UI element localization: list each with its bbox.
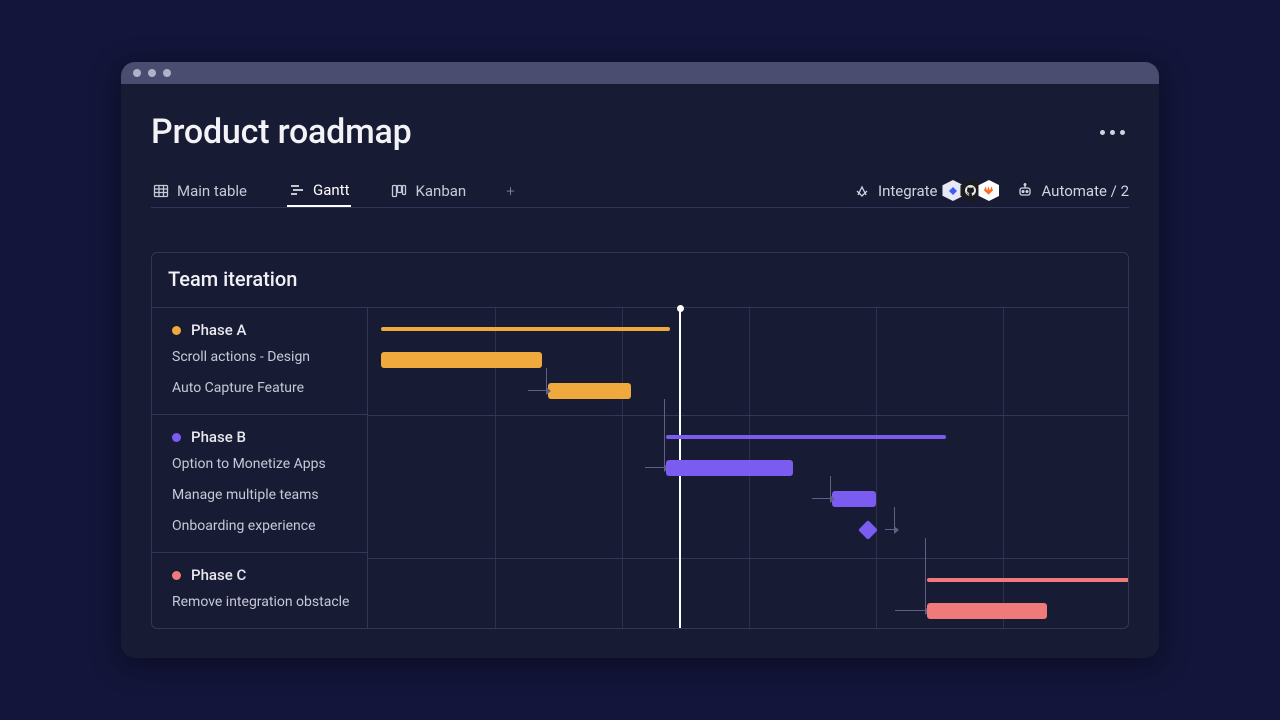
summary-bar-phase-a[interactable] [381, 327, 671, 331]
task-bar[interactable] [832, 491, 876, 507]
task-row[interactable]: Option to Monetize Apps [172, 449, 367, 480]
board-actions: Integrate [854, 180, 1129, 201]
group-color-dot [172, 326, 181, 335]
dependency-connector [528, 368, 547, 391]
task-row[interactable]: Onboarding experience [172, 511, 367, 542]
automate-button[interactable]: Automate / 2 [1017, 182, 1129, 200]
tab-label: Main table [177, 182, 247, 200]
task-bar[interactable] [666, 460, 793, 476]
gantt-panel: Team iteration Phase A Scroll actions - … [151, 252, 1129, 629]
add-view-button[interactable]: + [506, 182, 514, 200]
integrate-icon [854, 183, 870, 199]
group-label: Phase A [191, 321, 246, 339]
grid-line [876, 308, 877, 628]
group-header: Phase B [172, 425, 367, 449]
integration-gitlab-icon [978, 180, 999, 201]
group-phase-a[interactable]: Phase A Scroll actions - Design Auto Cap… [152, 308, 367, 415]
row-divider [368, 558, 1128, 559]
tab-gantt[interactable]: Gantt [287, 174, 351, 207]
dependency-connector [812, 476, 831, 499]
gantt-body: Phase A Scroll actions - Design Auto Cap… [152, 307, 1128, 628]
task-row[interactable]: Manage multiple teams [172, 480, 367, 511]
tab-label: Gantt [313, 181, 349, 199]
group-header: Phase C [172, 563, 367, 587]
dependency-connector [645, 399, 665, 468]
board-title: Team iteration [152, 253, 1128, 307]
task-bar[interactable] [548, 383, 631, 399]
integration-github-icon [960, 180, 981, 201]
task-row[interactable]: Remove integration obstacle [172, 587, 367, 618]
group-color-dot [172, 433, 181, 442]
tab-main-table[interactable]: Main table [151, 174, 249, 207]
page-title-row: Product roadmap [151, 112, 1129, 152]
view-tabs-row: Main table Gantt [151, 174, 1129, 208]
tab-kanban[interactable]: Kanban [389, 174, 468, 207]
gantt-task-list: Phase A Scroll actions - Design Auto Cap… [152, 307, 368, 628]
summary-bar-phase-c[interactable] [927, 578, 1129, 582]
window-zoom-dot[interactable] [163, 69, 171, 77]
summary-bar-phase-b[interactable] [666, 435, 945, 439]
gantt-icon [289, 182, 305, 198]
row-divider [368, 415, 1128, 416]
group-label: Phase B [191, 428, 246, 446]
integrate-label: Integrate [878, 182, 937, 200]
task-row[interactable]: Auto Capture Feature [172, 373, 367, 404]
window-close-dot[interactable] [133, 69, 141, 77]
kanban-icon [391, 183, 407, 199]
group-phase-c[interactable]: Phase C Remove integration obstacle [152, 553, 367, 628]
integration-avatars [945, 180, 999, 201]
dependency-arrow-icon [894, 526, 899, 534]
group-label: Phase C [191, 566, 246, 584]
integration-jira-icon [942, 180, 963, 201]
dependency-arrow-icon [546, 387, 551, 395]
task-bar[interactable] [381, 352, 542, 368]
group-phase-b[interactable]: Phase B Option to Monetize Apps Manage m… [152, 415, 367, 553]
more-menu-button[interactable] [1100, 130, 1129, 135]
tab-label: Kanban [415, 182, 466, 200]
task-bar[interactable] [927, 603, 1048, 619]
grid-line [622, 308, 623, 628]
table-icon [153, 183, 169, 199]
task-row[interactable]: Scroll actions - Design [172, 342, 367, 373]
window-minimize-dot[interactable] [148, 69, 156, 77]
app-window: Product roadmap [121, 62, 1159, 658]
page-title: Product roadmap [151, 112, 412, 152]
integrate-button[interactable]: Integrate [854, 180, 999, 201]
gantt-timeline[interactable] [368, 307, 1128, 628]
robot-icon [1017, 183, 1033, 199]
automate-label: Automate / 2 [1041, 182, 1129, 200]
dependency-arrow-icon [830, 495, 835, 503]
group-color-dot [172, 571, 181, 580]
window-titlebar [121, 62, 1159, 84]
dependency-connector [895, 538, 925, 611]
view-tabs: Main table Gantt [151, 174, 515, 207]
group-header: Phase A [172, 318, 367, 342]
